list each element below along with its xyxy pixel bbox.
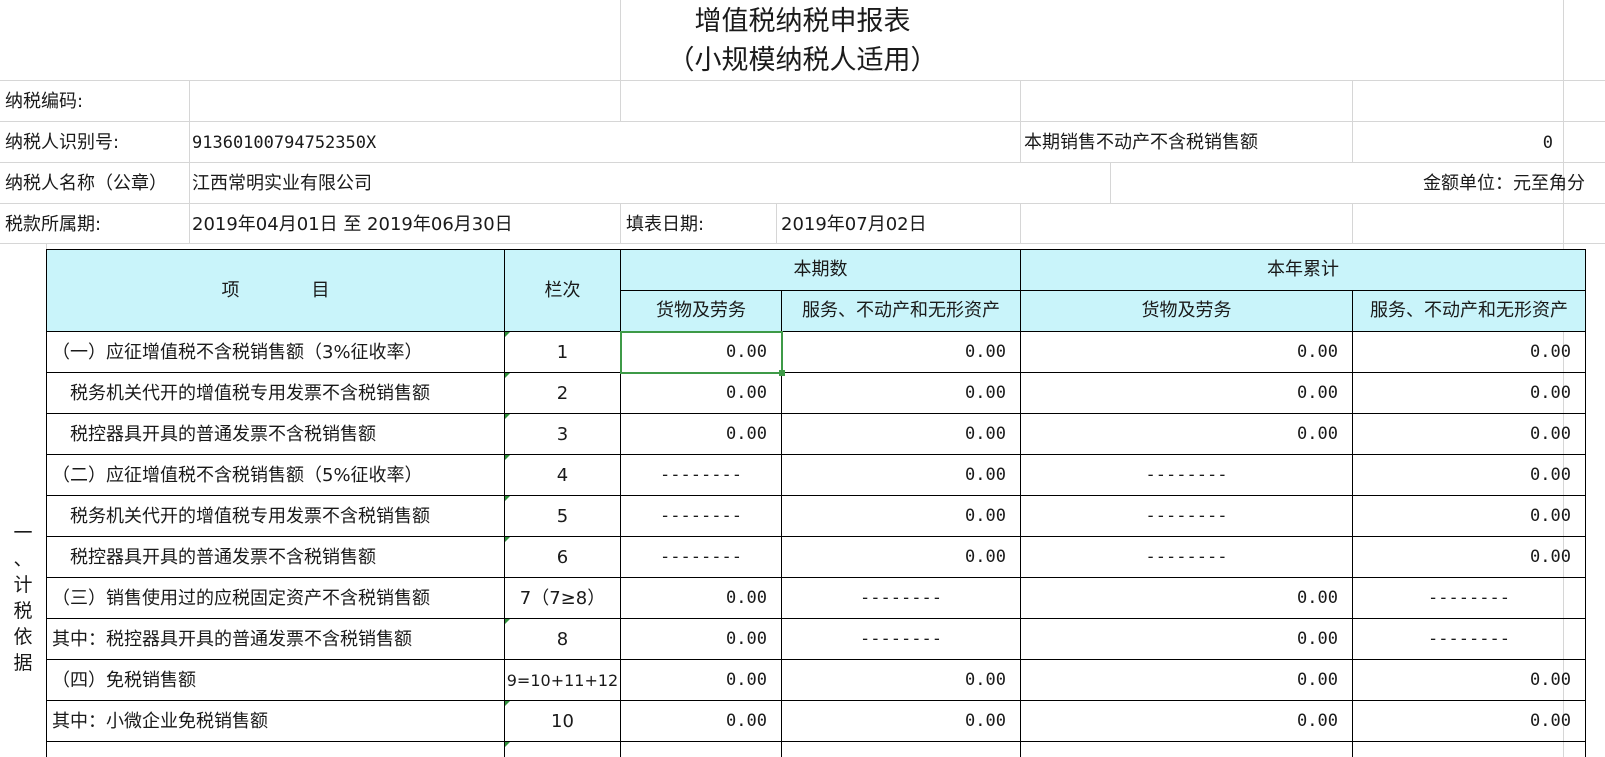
header-col-index: 栏次 [544, 280, 581, 301]
cell-r4-current-services[interactable]: 0.00 [782, 455, 1020, 496]
row-index-8: 8 [556, 629, 569, 650]
cell-r2-year-goods[interactable]: 0.00 [1021, 373, 1352, 414]
cell-r10-current-services[interactable]: 0.00 [782, 701, 1020, 742]
cell-r3-current-services[interactable]: 0.00 [782, 414, 1020, 455]
cell-r5-current-services[interactable]: 0.00 [782, 496, 1020, 537]
cell-r10-year-services[interactable]: 0.00 [1353, 701, 1585, 742]
cell-r5-current-goods[interactable]: -------- [621, 496, 781, 537]
tax-code-label: 纳税编码: [5, 91, 84, 112]
header-year-services: 服务、不动产和无形资产 [1370, 300, 1568, 321]
fill-date-value[interactable]: 2019年07月02日 [781, 215, 927, 235]
row-item-8: 其中：税控器具开具的普通发票不含税销售额 [52, 629, 412, 650]
row-index-7: 7（7≥8） [519, 588, 606, 609]
row-index-10: 10 [551, 711, 574, 732]
cell-r8-year-goods[interactable]: 0.00 [1021, 619, 1352, 660]
cell-r10-year-goods[interactable]: 0.00 [1021, 701, 1352, 742]
cell-r6-current-goods[interactable]: -------- [621, 537, 781, 578]
row-index-5: 5 [556, 506, 569, 527]
row-index-4: 4 [556, 465, 569, 486]
tax-code-cell[interactable] [190, 81, 620, 121]
cell-r9-year-services[interactable]: 0.00 [1353, 660, 1585, 701]
cell-r2-year-services[interactable]: 0.00 [1353, 373, 1585, 414]
cell-marker [505, 332, 510, 337]
row-index-6: 6 [556, 547, 569, 568]
property-sales-label: 本期销售不动产不含税销售额 [1024, 132, 1258, 153]
row-index-2: 2 [556, 383, 569, 404]
fill-date-label: 填表日期: [626, 214, 705, 235]
fill-handle[interactable] [779, 370, 785, 376]
cell-r6-year-services[interactable]: 0.00 [1353, 537, 1585, 578]
tax-period-label: 税款所属期: [5, 214, 102, 235]
cell-r8-current-services[interactable]: -------- [782, 619, 1020, 660]
cell-r7-year-services[interactable]: -------- [1353, 578, 1585, 619]
cell-r7-year-goods[interactable]: 0.00 [1021, 578, 1352, 619]
header-current-services: 服务、不动产和无形资产 [802, 300, 1000, 321]
cell-r6-current-services[interactable]: 0.00 [782, 537, 1020, 578]
header-year-goods: 货物及劳务 [1141, 300, 1232, 321]
cell-r3-year-goods[interactable]: 0.00 [1021, 414, 1352, 455]
cell-marker [505, 619, 510, 624]
cell-r7-current-services[interactable]: -------- [782, 578, 1020, 619]
cell-marker [505, 373, 510, 378]
active-cell-selection[interactable] [620, 331, 783, 374]
property-sales-value[interactable]: 0 [1353, 133, 1553, 153]
cell-r2-current-goods[interactable]: 0.00 [621, 373, 781, 414]
cell-r8-year-services[interactable]: -------- [1353, 619, 1585, 660]
cell-r7-current-goods[interactable]: 0.00 [621, 578, 781, 619]
row-item-4: （二）应征增值税不含税销售额（5%征收率） [52, 465, 423, 486]
cell-marker [505, 414, 510, 419]
row-item-10: 其中：小微企业免税销售额 [52, 711, 268, 732]
cell-r3-year-services[interactable]: 0.00 [1353, 414, 1585, 455]
header-current-period: 本期数 [793, 259, 848, 280]
row-item-7: （三）销售使用过的应税固定资产不含税销售额 [52, 588, 430, 609]
tax-period-value[interactable]: 2019年04月01日 至 2019年06月30日 [192, 215, 513, 235]
form-subtitle: （小规模纳税人适用） [667, 45, 938, 76]
row-item-1: （一）应征增值税不含税销售额（3%征收率） [52, 342, 423, 363]
taxpayer-name-label: 纳税人名称（公章） [5, 173, 167, 194]
row-index-3: 3 [556, 424, 569, 445]
cell-r1-current-services[interactable]: 0.00 [782, 332, 1020, 373]
cell-r4-current-goods[interactable]: -------- [621, 455, 781, 496]
header-item: 项 目 [221, 280, 330, 301]
cell-marker [505, 537, 510, 542]
header-year-total: 本年累计 [1267, 259, 1339, 280]
cell-r9-current-goods[interactable]: 0.00 [621, 660, 781, 701]
cell-marker [505, 496, 510, 501]
cell-r10-current-goods[interactable]: 0.00 [621, 701, 781, 742]
cell-r3-current-goods[interactable]: 0.00 [621, 414, 781, 455]
taxpayer-id-label: 纳税人识别号: [5, 132, 120, 153]
cell-r1-year-services[interactable]: 0.00 [1353, 332, 1585, 373]
row-item-9: （四）免税销售额 [52, 670, 196, 691]
row-item-2: 税务机关代开的增值税专用发票不含税销售额 [52, 383, 430, 404]
row-index-1: 1 [556, 342, 569, 363]
row-item-3: 税控器具开具的普通发票不含税销售额 [52, 424, 376, 445]
row-index-9: 9=10+11+12 [506, 671, 619, 690]
side-label-tax-basis: 一 、 计 税 依 据 [13, 522, 33, 674]
cell-marker [505, 701, 510, 706]
amount-unit-label: 金额单位：元至角分 [1423, 173, 1585, 194]
cell-r9-current-services[interactable]: 0.00 [782, 660, 1020, 701]
cell-r5-year-goods[interactable]: -------- [1021, 496, 1352, 537]
cell-marker [505, 455, 510, 460]
cell-r5-year-services[interactable]: 0.00 [1353, 496, 1585, 537]
cell-marker [505, 742, 510, 747]
cell-r4-year-services[interactable]: 0.00 [1353, 455, 1585, 496]
cell-r6-year-goods[interactable]: -------- [1021, 537, 1352, 578]
row-item-6: 税控器具开具的普通发票不含税销售额 [52, 547, 376, 568]
cell-r1-year-goods[interactable]: 0.00 [1021, 332, 1352, 373]
cell-r2-current-services[interactable]: 0.00 [782, 373, 1020, 414]
cell-r9-year-goods[interactable]: 0.00 [1021, 660, 1352, 701]
cell-r8-current-goods[interactable]: 0.00 [621, 619, 781, 660]
header-current-goods: 货物及劳务 [656, 300, 746, 321]
form-title: 增值税纳税申报表 [694, 6, 911, 37]
row-item-5: 税务机关代开的增值税专用发票不含税销售额 [52, 506, 430, 527]
cell-r4-year-goods[interactable]: -------- [1021, 455, 1352, 496]
taxpayer-id-value[interactable]: 91360100794752350X [192, 133, 376, 153]
taxpayer-name-value[interactable]: 江西常明实业有限公司 [192, 174, 372, 194]
